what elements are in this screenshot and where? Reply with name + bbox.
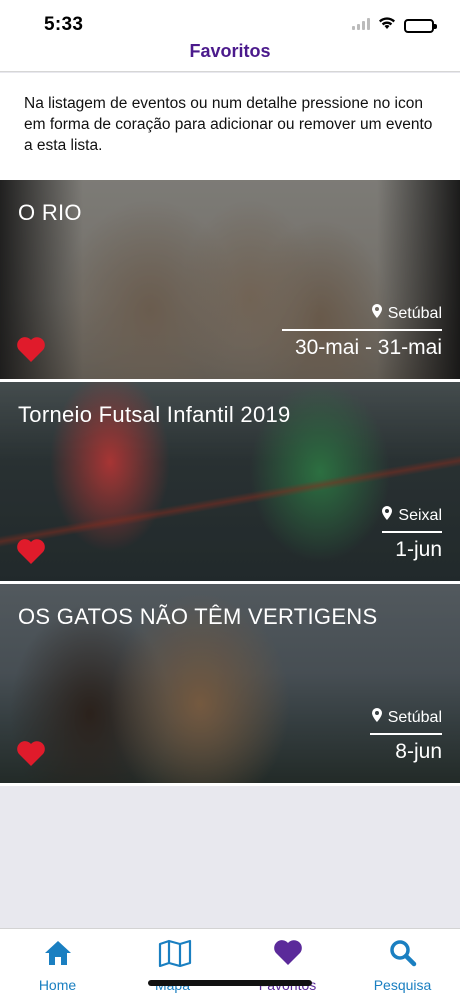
event-location-label: Setúbal	[387, 708, 442, 726]
divider	[382, 531, 442, 533]
event-date: 30-mai - 31-mai	[294, 336, 442, 359]
divider	[0, 783, 460, 786]
event-card[interactable]: Torneio Futsal Infantil 2019 Seixal 1-ju…	[0, 382, 460, 581]
wifi-icon	[378, 16, 396, 35]
event-location-label: Seixal	[398, 506, 442, 524]
search-icon	[388, 939, 418, 967]
event-title: O RIO	[18, 200, 82, 225]
status-time: 5:33	[44, 14, 84, 35]
location-pin-icon	[371, 708, 382, 727]
event-card[interactable]: O RIO Setúbal 30-mai - 31-mai	[0, 180, 460, 379]
heart-icon[interactable]	[16, 538, 46, 565]
event-title: OS GATOS NÃO TÊM VERTIGENS	[18, 604, 378, 629]
tab-search[interactable]: Pesquisa	[345, 929, 460, 996]
event-title: Torneio Futsal Infantil 2019	[18, 402, 291, 427]
tab-label: Pesquisa	[373, 977, 432, 993]
heart-icon[interactable]	[16, 740, 46, 767]
event-date: 8-jun	[395, 740, 442, 763]
status-icons	[352, 16, 437, 35]
tab-home[interactable]: Home	[0, 929, 115, 996]
page-title: Favoritos	[189, 41, 271, 61]
heart-icon	[273, 939, 303, 967]
divider	[370, 733, 442, 735]
event-location: Seixal	[382, 506, 442, 525]
home-icon	[43, 939, 73, 967]
event-date: 1-jun	[395, 538, 442, 561]
event-card[interactable]: OS GATOS NÃO TÊM VERTIGENS Setúbal 8-jun	[0, 584, 460, 783]
location-pin-icon	[382, 506, 393, 525]
location-pin-icon	[371, 304, 382, 323]
intro-text: Na listagem de eventos ou num detalhe pr…	[0, 73, 460, 180]
event-location-label: Setúbal	[387, 304, 442, 322]
event-location: Setúbal	[371, 708, 442, 727]
tab-label: Home	[38, 977, 77, 993]
home-indicator[interactable]	[148, 980, 312, 986]
status-bar: 5:33	[0, 0, 460, 44]
heart-icon[interactable]	[16, 336, 46, 363]
nav-bar: Favoritos	[0, 41, 460, 72]
battery-icon	[404, 18, 437, 33]
signal-icon	[352, 17, 370, 35]
map-icon	[158, 939, 191, 968]
divider	[282, 329, 442, 331]
event-location: Setúbal	[371, 304, 442, 323]
